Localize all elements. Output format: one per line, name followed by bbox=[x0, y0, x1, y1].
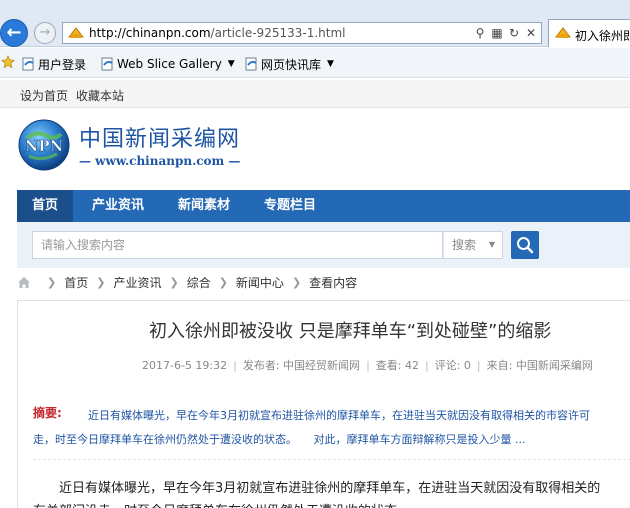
compat-view-icon[interactable]: ▦ bbox=[491, 26, 503, 40]
logo-abbr: NPN bbox=[25, 137, 64, 155]
address-bar[interactable]: http://chinanpn.com/article-925133-1.htm… bbox=[62, 22, 542, 44]
nav-industry-news[interactable]: 产业资讯 bbox=[77, 190, 159, 222]
breadcrumb: ❯ 首页 ❯ 产业资讯 ❯ 综合 ❯ 新闻中心 ❯ 查看内容 bbox=[17, 272, 630, 292]
top-links-bar: 设为首页 收藏本站 bbox=[0, 80, 630, 108]
bookmark-site-link[interactable]: 收藏本站 bbox=[76, 87, 124, 104]
browser-tab[interactable]: 初入徐州即 bbox=[548, 19, 630, 47]
address-bar-buttons: ⚲ ▦ ↻ ✕ bbox=[474, 24, 537, 42]
search-dropdown-icon[interactable]: ⚲ bbox=[474, 26, 486, 40]
article-divider bbox=[33, 459, 630, 460]
home-icon[interactable] bbox=[17, 276, 31, 289]
chevron-right-icon: ❯ bbox=[47, 275, 57, 289]
chevron-down-icon: ▼ bbox=[227, 59, 235, 69]
breadcrumb-item[interactable]: 首页 bbox=[64, 274, 88, 291]
chevron-down-icon: ▼ bbox=[488, 240, 495, 249]
nav-home[interactable]: 首页 bbox=[17, 190, 73, 222]
back-button[interactable]: ← bbox=[0, 19, 28, 47]
search-area: 请输入搜索内容 搜索 ▼ bbox=[17, 222, 630, 268]
article-views: 查看: 42 bbox=[375, 359, 419, 372]
browser-toolbar: ← → http://chinanpn.com/article-925133-1… bbox=[0, 0, 630, 47]
favorite-user-login[interactable]: 用户登录 bbox=[22, 55, 86, 73]
breadcrumb-item-current: 查看内容 bbox=[309, 275, 358, 290]
tab-favicon-icon bbox=[555, 27, 571, 38]
chevron-right-icon: ❯ bbox=[169, 275, 179, 289]
search-button[interactable] bbox=[511, 231, 539, 259]
site-favicon-icon bbox=[68, 27, 84, 38]
article-source[interactable]: 来自: 中国新闻采编网 bbox=[487, 359, 593, 372]
favorite-web-feeds[interactable]: 网页快讯库 ▼ bbox=[245, 55, 334, 73]
article-date: 2017-6-5 19:32 bbox=[142, 359, 228, 372]
page-icon bbox=[22, 57, 34, 71]
breadcrumb-item[interactable]: 综合 bbox=[187, 274, 211, 291]
favorites-bar: 用户登录 Web Slice Gallery ▼ 网页快讯库 ▼ bbox=[0, 48, 630, 78]
article-publisher[interactable]: 发布者: 中国经贸新闻网 bbox=[243, 359, 360, 372]
summary-text-line1: 近日有媒体曝光，早在今年3月初就宣布进驻徐州的摩拜单车，在进驻当天就因没有取得相… bbox=[88, 409, 590, 422]
chevron-right-icon: ❯ bbox=[291, 275, 302, 289]
summary-label: 摘要: bbox=[33, 406, 62, 420]
summary-text-line2: 走，时至今日摩拜单车在徐州仍然处于遭没收的状态。 对此，摩拜单车方面辩解称只是投… bbox=[33, 433, 526, 446]
forward-button[interactable]: → bbox=[34, 22, 56, 44]
article-body-line1: 近日有媒体曝光，早在今年3月初就宣布进驻徐州的摩拜单车，在进驻当天就因没有取得相… bbox=[59, 481, 601, 496]
article-container: 初入徐州即被没收 只是摩拜单车“到处碰壁”的缩影 2017-6-5 19:32 |… bbox=[17, 300, 630, 508]
search-type-select[interactable]: 搜索 ▼ bbox=[443, 231, 503, 259]
back-arrow-icon: ← bbox=[6, 22, 22, 43]
nav-news-material[interactable]: 新闻素材 bbox=[163, 190, 245, 222]
favorites-star-icon[interactable] bbox=[1, 55, 15, 69]
breadcrumb-item[interactable]: 产业资讯 bbox=[113, 274, 161, 291]
refresh-icon[interactable]: ↻ bbox=[508, 26, 520, 40]
article-comments[interactable]: 评论: 0 bbox=[435, 359, 471, 372]
chevron-right-icon: ❯ bbox=[96, 275, 106, 289]
site-domain-en: — www.chinanpn.com — bbox=[79, 154, 241, 168]
site-name-cn[interactable]: 中国新闻采编网 bbox=[79, 121, 240, 153]
breadcrumb-item[interactable]: 新闻中心 bbox=[236, 274, 284, 291]
favorite-web-slice-gallery[interactable]: Web Slice Gallery ▼ bbox=[101, 55, 235, 73]
npn-globe-logo-icon[interactable]: NPN bbox=[17, 118, 71, 172]
nav-special-topics[interactable]: 专题栏目 bbox=[249, 190, 331, 222]
chevron-right-icon: ❯ bbox=[218, 275, 228, 289]
address-url[interactable]: http://chinanpn.com/article-925133-1.htm… bbox=[89, 26, 345, 40]
article-body-line2: 有关部门没走，时至今日摩拜单车在徐州仍然处于遭没收的状态。 bbox=[33, 500, 630, 508]
article-meta: 2017-6-5 19:32 | 发布者: 中国经贸新闻网 | 查看: 42 | 评论: 0… bbox=[142, 359, 593, 372]
tab-title: 初入徐州即 bbox=[575, 29, 630, 43]
main-nav: 首页 产业资讯 新闻素材 专题栏目 bbox=[17, 190, 630, 222]
stop-icon[interactable]: ✕ bbox=[525, 26, 537, 40]
chevron-down-icon: ▼ bbox=[327, 59, 334, 69]
set-homepage-link[interactable]: 设为首页 bbox=[20, 87, 68, 104]
article-title: 初入徐州即被没收 只是摩拜单车“到处碰壁”的缩影 bbox=[149, 321, 552, 342]
forward-arrow-icon: → bbox=[39, 25, 51, 40]
page-icon bbox=[245, 57, 257, 71]
search-input[interactable]: 请输入搜索内容 bbox=[32, 231, 443, 259]
page-icon bbox=[101, 57, 113, 71]
